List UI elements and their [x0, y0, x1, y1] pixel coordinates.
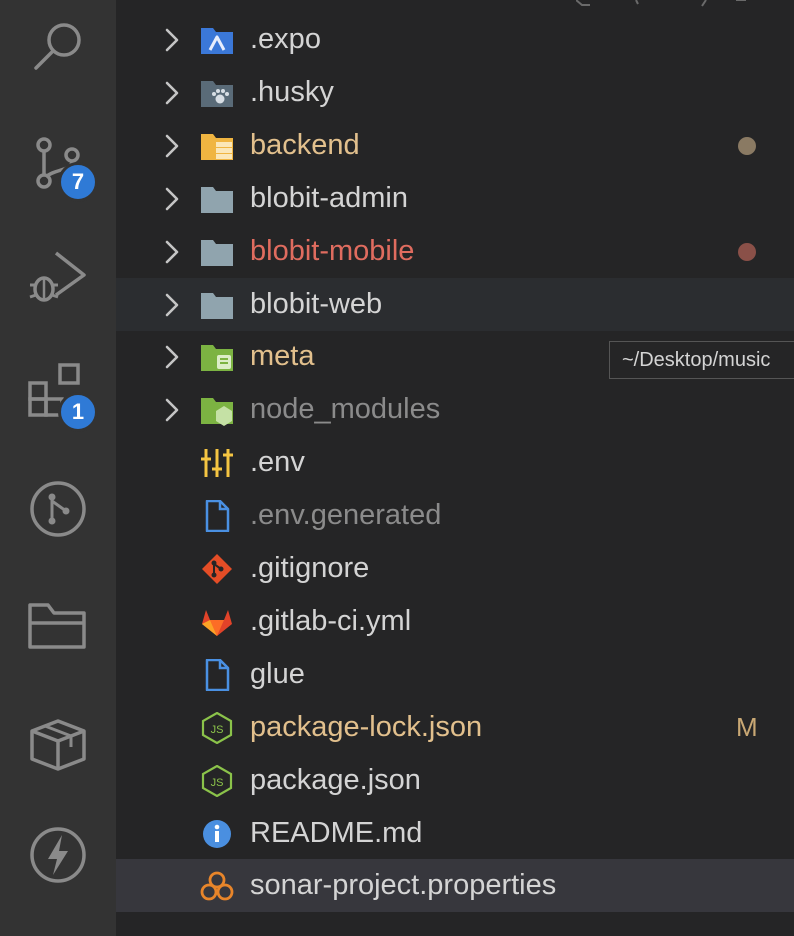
source-control-badge: 7 — [58, 162, 98, 202]
node-folder-icon — [200, 394, 234, 426]
folder-label: meta — [250, 340, 315, 372]
file-row[interactable]: .gitlab-ci.yml — [116, 595, 794, 648]
folder-label: blobit-web — [250, 288, 383, 320]
chevron-right-icon[interactable] — [162, 79, 182, 107]
folder-label: node_modules — [250, 393, 441, 425]
thunder-client-icon[interactable] — [0, 810, 116, 900]
packages-icon[interactable] — [0, 696, 116, 786]
extensions-icon[interactable] — [0, 348, 116, 438]
folder-row[interactable]: backend — [116, 119, 794, 172]
file-label: sonar-project.properties — [250, 869, 557, 901]
file-explorer: .expo .husky backend blobit-admin blobit-mob… — [116, 0, 794, 936]
file-label: package.json — [250, 764, 421, 796]
chevron-right-icon[interactable] — [162, 291, 182, 319]
file-row[interactable]: JS package.json — [116, 754, 794, 807]
file-row[interactable]: glue — [116, 648, 794, 701]
path-tooltip: ~/Desktop/music — [609, 341, 794, 379]
folder-row[interactable]: .expo — [116, 13, 794, 66]
project-manager-icon[interactable] — [0, 580, 116, 670]
folder-label: .husky — [250, 76, 334, 108]
file-row[interactable]: .env — [116, 436, 794, 489]
chevron-right-icon[interactable] — [162, 396, 182, 424]
file-label: .env — [250, 446, 305, 478]
file-label: README.md — [250, 817, 423, 849]
file-label: glue — [250, 658, 305, 690]
activity-bar: 7 1 — [0, 0, 116, 936]
chevron-right-icon[interactable] — [162, 132, 182, 160]
nodejs-icon: JS — [200, 711, 234, 745]
source-control-icon[interactable] — [0, 118, 116, 208]
nodejs-icon: JS — [200, 764, 234, 798]
server-folder-icon — [200, 130, 234, 162]
svg-text:JS: JS — [211, 777, 224, 789]
git-icon — [200, 553, 234, 585]
folder-row[interactable]: blobit-admin — [116, 172, 794, 225]
folder-icon — [200, 289, 234, 321]
file-label: .env.generated — [250, 499, 442, 531]
folder-row[interactable]: blobit-mobile — [116, 225, 794, 278]
git-status-badge: M — [736, 712, 758, 742]
modified-dot-icon — [738, 137, 756, 155]
file-label: package-lock.json — [250, 711, 483, 743]
header-actions-icon — [576, 0, 746, 7]
chevron-right-icon[interactable] — [162, 185, 182, 213]
folder-label: .expo — [250, 23, 321, 55]
file-label: .gitlab-ci.yml — [250, 605, 412, 637]
modified-dot-icon — [738, 243, 756, 261]
folder-icon — [200, 183, 234, 215]
folder-row[interactable]: .husky — [116, 66, 794, 119]
sonar-icon — [200, 870, 234, 902]
expo-folder-icon — [200, 24, 234, 56]
folder-label: backend — [250, 129, 360, 161]
chevron-right-icon[interactable] — [162, 26, 182, 54]
gitlab-icon — [200, 606, 234, 638]
chevron-right-icon[interactable] — [162, 238, 182, 266]
file-icon — [200, 499, 234, 533]
git-graph-icon[interactable] — [0, 464, 116, 554]
info-icon — [200, 818, 234, 850]
chevron-right-icon[interactable] — [162, 343, 182, 371]
file-row[interactable]: README.md — [116, 807, 794, 860]
file-row[interactable]: sonar-project.properties — [116, 859, 794, 912]
file-row[interactable]: .env.generated — [116, 489, 794, 542]
file-icon — [200, 658, 234, 692]
search-icon[interactable] — [0, 3, 116, 93]
meta-folder-icon — [200, 341, 234, 373]
file-row[interactable]: .gitignore — [116, 542, 794, 595]
folder-label: blobit-admin — [250, 182, 408, 214]
file-label: .gitignore — [250, 552, 370, 584]
husky-folder-icon — [200, 77, 234, 109]
run-debug-icon[interactable] — [0, 232, 116, 322]
file-row[interactable]: JS package-lock.json M — [116, 701, 794, 754]
folder-row[interactable]: node_modules — [116, 383, 794, 436]
env-settings-icon — [200, 447, 234, 479]
extensions-badge: 1 — [58, 392, 98, 432]
folder-label: blobit-mobile — [250, 235, 415, 267]
folder-icon — [200, 236, 234, 268]
svg-text:JS: JS — [211, 724, 224, 736]
folder-row[interactable]: blobit-web — [116, 278, 794, 331]
